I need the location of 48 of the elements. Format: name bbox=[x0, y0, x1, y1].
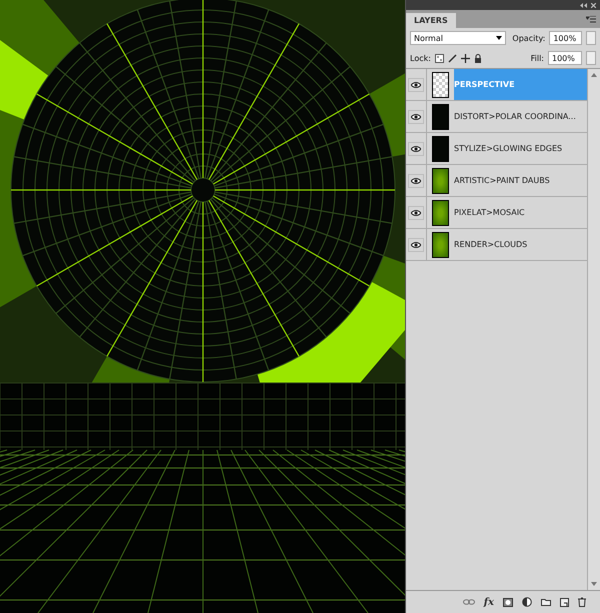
scroll-down-icon[interactable] bbox=[591, 582, 597, 586]
visibility-toggle[interactable] bbox=[408, 78, 424, 92]
layer-thumbnail bbox=[432, 168, 449, 194]
folder-icon[interactable] bbox=[541, 598, 551, 606]
eye-icon bbox=[411, 242, 421, 248]
padlock-icon[interactable] bbox=[474, 54, 482, 62]
fx-button[interactable]: fx bbox=[484, 596, 494, 608]
visibility-toggle[interactable] bbox=[408, 206, 424, 220]
collapse-icon[interactable] bbox=[580, 2, 587, 8]
mask-icon[interactable] bbox=[503, 598, 513, 606]
layers-tab[interactable]: LAYERS bbox=[406, 13, 456, 28]
layer-thumbnail bbox=[432, 136, 449, 162]
eye-icon bbox=[411, 82, 421, 88]
link-icon[interactable] bbox=[462, 599, 475, 605]
eye-icon bbox=[411, 178, 421, 184]
lock-transparency-icon[interactable] bbox=[434, 54, 444, 62]
layer-item[interactable]: DISTORT>POLAR COORDINA... bbox=[454, 101, 587, 132]
fill-field[interactable]: 100% bbox=[548, 51, 582, 65]
caret-icon bbox=[496, 36, 502, 40]
menu-icon[interactable] bbox=[586, 16, 596, 23]
eye-icon bbox=[411, 146, 421, 152]
fill-label: Fill: bbox=[530, 54, 544, 62]
layer-item[interactable]: RENDER>CLOUDS bbox=[454, 229, 587, 260]
layer-item[interactable]: STYLIZE>GLOWING EDGES bbox=[454, 133, 587, 164]
layer-item[interactable]: PIXELAT>MOSAIC bbox=[454, 197, 587, 228]
layer-thumbnail bbox=[432, 200, 449, 226]
move-icon[interactable] bbox=[460, 54, 470, 62]
layer-thumbnail bbox=[432, 232, 449, 258]
layer-item[interactable]: ARTISTIC>PAINT DAUBS bbox=[454, 165, 587, 196]
layer-thumbnail bbox=[432, 72, 449, 98]
visibility-toggle[interactable] bbox=[408, 238, 424, 252]
eye-icon bbox=[411, 114, 421, 120]
brush-icon[interactable] bbox=[448, 54, 457, 62]
visibility-toggle[interactable] bbox=[408, 110, 424, 124]
visibility-toggle[interactable] bbox=[408, 142, 424, 156]
new-layer-icon[interactable] bbox=[560, 598, 569, 606]
scroll-up-icon[interactable] bbox=[591, 73, 597, 77]
blend-mode-dropdown[interactable]: Normal bbox=[410, 31, 506, 45]
lock-label: Lock: bbox=[410, 54, 431, 62]
visibility-toggle[interactable] bbox=[408, 174, 424, 188]
layer-thumbnail bbox=[432, 104, 449, 130]
opacity-label: Opacity: bbox=[512, 34, 546, 42]
eye-icon bbox=[411, 210, 421, 216]
opacity-field[interactable]: 100% bbox=[549, 31, 582, 45]
half-circle-icon[interactable] bbox=[522, 597, 532, 607]
trash-icon[interactable] bbox=[578, 597, 586, 607]
close-icon[interactable] bbox=[591, 2, 596, 8]
scrollbar[interactable] bbox=[587, 69, 600, 590]
